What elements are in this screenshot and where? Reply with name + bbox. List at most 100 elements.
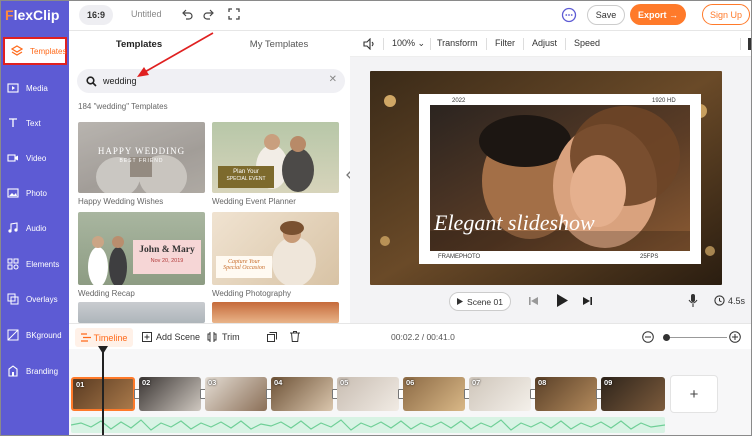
sidebar-item-text[interactable]: Text xyxy=(1,109,69,137)
sidebar-item-overlays[interactable]: Overlays xyxy=(1,285,69,313)
template-badge: John & Mary Nov 20, 2019 xyxy=(133,240,201,274)
sidebar: FlexClip Templates Media Text Video Phot… xyxy=(1,1,69,435)
clock-icon xyxy=(714,295,725,306)
next-scene-icon[interactable] xyxy=(582,296,592,306)
canvas-title: Elegant slideshow xyxy=(434,210,595,235)
sidebar-item-label: BKground xyxy=(26,330,62,340)
sidebar-item-background[interactable]: BKground xyxy=(1,321,69,349)
sidebar-item-photo[interactable]: Photo xyxy=(1,179,69,207)
toolbar-divider xyxy=(565,38,566,50)
add-scene-button[interactable]: Add Scene xyxy=(142,332,200,342)
template-card[interactable]: Plan Your SPECIAL EVENT xyxy=(212,122,339,193)
scene-clip[interactable]: 08 xyxy=(535,377,597,411)
speed-button[interactable]: Speed xyxy=(574,38,600,48)
play-icon[interactable] xyxy=(556,294,568,307)
video-icon xyxy=(7,154,18,162)
save-button[interactable]: Save xyxy=(587,5,625,25)
add-clip-button[interactable]: + xyxy=(670,375,718,413)
sidebar-item-elements[interactable]: Elements xyxy=(1,250,69,278)
transform-button[interactable]: Transform xyxy=(437,38,478,48)
clip-number: 08 xyxy=(538,378,547,387)
scene-clip[interactable]: 07 xyxy=(469,377,531,411)
zoom-select[interactable]: 100% ⌄ xyxy=(392,38,425,49)
timeline-icon xyxy=(80,333,91,342)
template-subtitle: Nov 20, 2019 xyxy=(150,258,184,264)
sidebar-item-media[interactable]: Media xyxy=(1,74,69,102)
scene-clip[interactable]: 09 xyxy=(601,377,665,411)
template-card[interactable] xyxy=(212,302,339,323)
undo-icon[interactable] xyxy=(181,8,193,20)
template-title: HAPPY WEDDING xyxy=(97,146,186,156)
microphone-icon[interactable] xyxy=(688,294,698,308)
scene-clip[interactable]: 06 xyxy=(403,377,465,411)
play-small-icon xyxy=(457,298,464,305)
video-canvas[interactable]: 2022 1920 HD Elegant slideshow FRAMEPHOT… xyxy=(370,71,722,285)
filter-button[interactable]: Filter xyxy=(495,38,515,48)
media-icon xyxy=(7,83,19,93)
sidebar-item-label: Branding xyxy=(26,366,59,376)
clip-number: 09 xyxy=(604,378,613,387)
search-input[interactable] xyxy=(103,76,303,86)
sidebar-item-label: Video xyxy=(26,153,47,163)
sidebar-item-audio[interactable]: Audio xyxy=(1,214,69,242)
top-bar: 16:9 Untitled Save Export → Sign Up xyxy=(69,1,751,31)
audio-waveform xyxy=(71,419,665,431)
duplicate-icon[interactable] xyxy=(267,332,277,342)
template-title: Plan Your xyxy=(233,169,259,175)
scene-clip[interactable]: 03 xyxy=(205,377,267,411)
flexclip-editor: FlexClip Templates Media Text Video Phot… xyxy=(0,0,752,436)
redo-icon[interactable] xyxy=(203,8,215,20)
scene-clip[interactable]: 05 xyxy=(337,377,399,411)
sidebar-item-video[interactable]: Video xyxy=(1,144,69,172)
more-options-icon[interactable] xyxy=(748,38,751,50)
template-card[interactable]: HAPPY WEDDING BEST FRIEND xyxy=(78,122,205,193)
adjust-button[interactable]: Adjust xyxy=(532,38,557,48)
audio-track[interactable] xyxy=(71,417,665,433)
chat-icon[interactable] xyxy=(561,7,577,23)
trim-button[interactable]: Trim xyxy=(207,332,240,342)
timeline-zoom-slider[interactable] xyxy=(667,337,727,338)
text-icon xyxy=(9,118,17,127)
clear-search-icon[interactable]: ✕ xyxy=(329,74,337,85)
panel-tabs: Templates My Templates xyxy=(69,31,349,57)
tab-templates[interactable]: Templates xyxy=(69,31,209,57)
template-card[interactable]: John & Mary Nov 20, 2019 xyxy=(78,212,205,285)
templates-panel: Templates My Templates ✕ 184 "wedding" T… xyxy=(69,31,349,323)
preview-toolbar: 100% ⌄ Transform Filter Adjust Speed xyxy=(350,31,751,57)
zoom-out-icon[interactable] xyxy=(642,331,654,343)
template-subtitle: BEST FRIEND xyxy=(119,158,164,164)
delete-icon[interactable] xyxy=(290,331,300,342)
aspect-ratio-button[interactable]: 16:9 xyxy=(79,5,113,25)
playhead[interactable] xyxy=(102,347,104,435)
export-button[interactable]: Export → xyxy=(630,4,686,25)
zoom-slider-handle[interactable] xyxy=(663,334,670,341)
project-title[interactable]: Untitled xyxy=(131,9,162,19)
sidebar-item-templates[interactable]: Templates xyxy=(3,37,67,65)
sign-up-button[interactable]: Sign Up xyxy=(702,4,750,25)
sidebar-item-label: Text xyxy=(26,118,41,128)
clip-number: 07 xyxy=(472,378,481,387)
fullscreen-icon[interactable] xyxy=(228,8,240,20)
tab-my-templates[interactable]: My Templates xyxy=(209,31,349,57)
scene-selector[interactable]: Scene 01 xyxy=(449,292,511,311)
volume-icon[interactable] xyxy=(363,38,376,50)
logo-mark: F xyxy=(5,7,14,23)
canvas-fps: 25FPS xyxy=(640,254,659,260)
scene-duration[interactable]: 4.5s xyxy=(728,296,745,306)
clip-number: 06 xyxy=(406,378,415,387)
toolbar-divider xyxy=(430,38,431,50)
template-card[interactable]: Capture Your Special Occasion xyxy=(212,212,339,285)
logo-text: lexClip xyxy=(13,7,60,23)
add-scene-icon xyxy=(142,332,152,342)
scene-clip[interactable]: 04 xyxy=(271,377,333,411)
scene-clip[interactable]: 02 xyxy=(139,377,201,411)
previous-scene-icon[interactable] xyxy=(529,296,539,306)
template-card[interactable] xyxy=(78,302,205,323)
audio-icon xyxy=(8,222,18,233)
template-caption: Wedding Photography xyxy=(212,289,292,298)
zoom-in-icon[interactable] xyxy=(729,331,741,343)
sidebar-item-branding[interactable]: Branding xyxy=(1,357,69,385)
sidebar-item-label: Overlays xyxy=(26,294,58,304)
photo-icon xyxy=(7,188,19,198)
timeline-toggle-button[interactable]: Timeline xyxy=(75,328,133,347)
